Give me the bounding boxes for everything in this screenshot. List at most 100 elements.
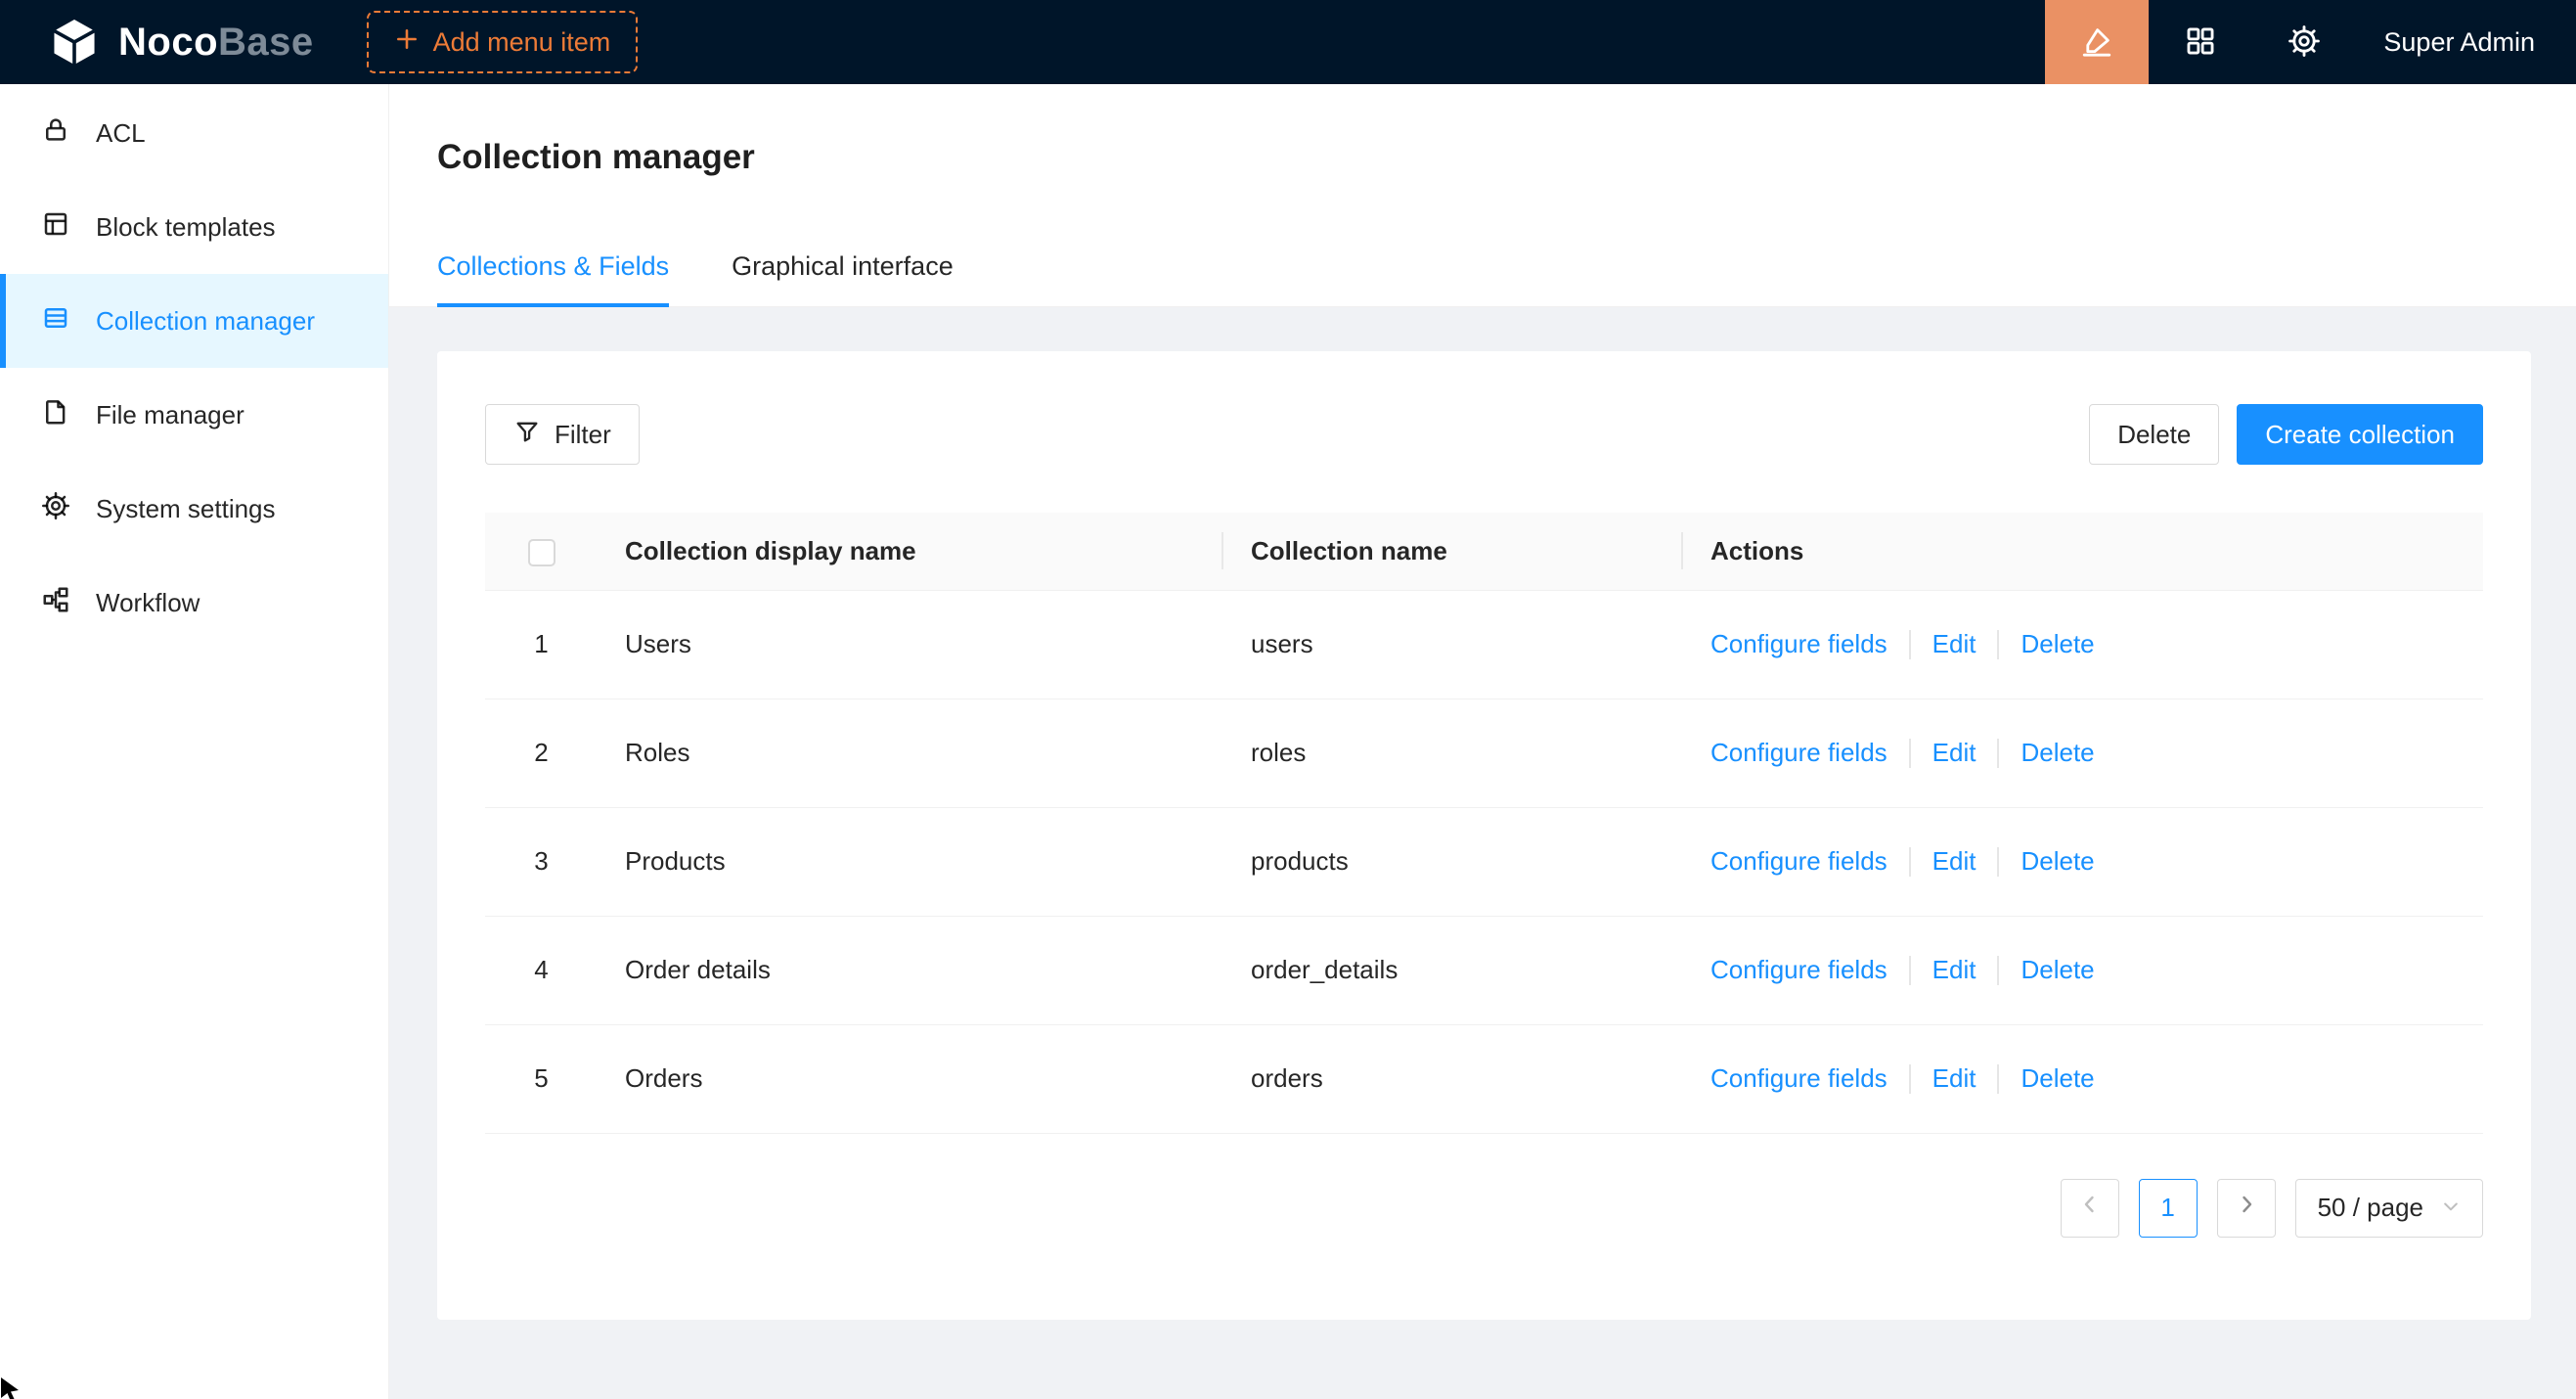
delete-link[interactable]: Delete <box>2021 846 2094 877</box>
create-collection-label: Create collection <box>2265 420 2455 450</box>
delete-button[interactable]: Delete <box>2089 404 2219 465</box>
add-menu-item-button[interactable]: Add menu item <box>367 11 639 73</box>
sidebar-item-block-templates[interactable]: Block templates <box>0 180 388 274</box>
tab-collections-fields[interactable]: Collections & Fields <box>437 221 669 306</box>
highlighter-icon <box>2080 24 2113 61</box>
action-divider <box>1997 847 1999 877</box>
action-divider <box>1997 739 1999 768</box>
table-row[interactable]: 3 Products products Configure fields Edi… <box>485 807 2483 916</box>
settings-button[interactable] <box>2252 0 2356 84</box>
tab-bar: Collections & Fields Graphical interface <box>389 221 2576 307</box>
table-row[interactable]: 2 Roles roles Configure fields Edit Dele… <box>485 699 2483 807</box>
filter-button-label: Filter <box>555 420 611 450</box>
action-divider <box>1997 630 1999 659</box>
table-row[interactable]: 4 Order details order_details Configure … <box>485 916 2483 1024</box>
nocobase-logo-icon <box>46 14 103 70</box>
sidebar-item-label: File manager <box>96 400 244 430</box>
action-divider <box>1909 847 1911 877</box>
delete-link[interactable]: Delete <box>2021 955 2094 985</box>
row-index: 4 <box>534 955 548 984</box>
cell-display-name: Users <box>625 629 691 658</box>
sidebar-item-acl[interactable]: ACL <box>0 86 388 180</box>
row-index: 2 <box>534 738 548 767</box>
sidebar-item-system-settings[interactable]: System settings <box>0 462 388 556</box>
plus-icon <box>394 26 420 59</box>
ui-editor-button[interactable] <box>2045 0 2149 84</box>
sidebar-item-label: Collection manager <box>96 306 315 337</box>
configure-fields-link[interactable]: Configure fields <box>1710 738 1888 768</box>
gear-icon <box>41 491 70 527</box>
cell-name: orders <box>1251 1063 1323 1093</box>
action-divider <box>1909 630 1911 659</box>
chevron-down-icon <box>2441 1193 2461 1223</box>
row-index: 5 <box>534 1063 548 1093</box>
collections-table: Collection display name Collection name … <box>485 513 2483 1134</box>
plugins-button[interactable] <box>2149 0 2252 84</box>
delete-link[interactable]: Delete <box>2021 629 2094 659</box>
mouse-cursor <box>0 1376 25 1399</box>
sidebar-item-label: System settings <box>96 494 276 524</box>
page-head: Collection manager <box>389 84 2576 182</box>
edit-link[interactable]: Edit <box>1932 1063 1976 1094</box>
edit-link[interactable]: Edit <box>1932 846 1976 877</box>
page-size-select[interactable]: 50 / page <box>2295 1179 2483 1238</box>
page-1-button[interactable]: 1 <box>2139 1179 2198 1238</box>
prev-page-button[interactable] <box>2061 1179 2119 1238</box>
tab-graphical-interface[interactable]: Graphical interface <box>732 221 954 306</box>
table-row[interactable]: 1 Users users Configure fields Edit Dele… <box>485 590 2483 699</box>
action-divider <box>1909 739 1911 768</box>
delete-link[interactable]: Delete <box>2021 1063 2094 1094</box>
sidebar-item-label: Block templates <box>96 212 276 243</box>
edit-link[interactable]: Edit <box>1932 738 1976 768</box>
main-area: Collection manager Collections & Fields … <box>389 84 2576 1399</box>
cell-display-name: Roles <box>625 738 689 767</box>
pagination: 1 50 / page <box>485 1179 2483 1238</box>
filter-button[interactable]: Filter <box>485 404 640 465</box>
row-index: 1 <box>534 629 548 658</box>
delete-button-label: Delete <box>2117 420 2191 450</box>
row-index: 3 <box>534 846 548 876</box>
column-header-display-name: Collection display name <box>625 536 916 565</box>
brand-base: Base <box>218 21 314 64</box>
user-menu[interactable]: Super Admin <box>2356 27 2576 58</box>
configure-fields-link[interactable]: Configure fields <box>1710 955 1888 985</box>
action-divider <box>1997 956 1999 985</box>
add-menu-item-label: Add menu item <box>433 27 611 58</box>
file-icon <box>41 397 70 433</box>
page-size-value: 50 / page <box>2318 1193 2423 1223</box>
cell-display-name: Order details <box>625 955 771 984</box>
column-header-actions: Actions <box>1710 536 1803 565</box>
toolbar-right: Delete Create collection <box>2089 404 2483 465</box>
workflow-icon <box>41 585 70 621</box>
configure-fields-link[interactable]: Configure fields <box>1710 846 1888 877</box>
header-right: Super Admin <box>2045 0 2576 84</box>
table-row[interactable]: 5 Orders orders Configure fields Edit De… <box>485 1024 2483 1133</box>
sidebar-item-collection-manager[interactable]: Collection manager <box>0 274 388 368</box>
configure-fields-link[interactable]: Configure fields <box>1710 629 1888 659</box>
sidebar-item-label: ACL <box>96 118 146 149</box>
select-all-checkbox[interactable] <box>528 539 555 566</box>
collections-card: Filter Delete Create collection <box>437 351 2531 1320</box>
delete-link[interactable]: Delete <box>2021 738 2094 768</box>
cell-name: roles <box>1251 738 1306 767</box>
configure-fields-link[interactable]: Configure fields <box>1710 1063 1888 1094</box>
sidebar-item-file-manager[interactable]: File manager <box>0 368 388 462</box>
edit-link[interactable]: Edit <box>1932 955 1976 985</box>
brand[interactable]: NocoBase <box>0 0 353 84</box>
gear-icon <box>2287 24 2321 61</box>
brand-noco: Noco <box>118 21 218 64</box>
cell-display-name: Products <box>625 846 726 876</box>
chevron-left-icon <box>2078 1193 2102 1223</box>
sidebar-item-workflow[interactable]: Workflow <box>0 556 388 650</box>
next-page-button[interactable] <box>2217 1179 2276 1238</box>
cell-name: order_details <box>1251 955 1398 984</box>
action-divider <box>1909 1064 1911 1094</box>
column-header-name: Collection name <box>1251 536 1447 565</box>
table-icon <box>41 303 70 339</box>
sidebar-item-label: Workflow <box>96 588 200 618</box>
toolbar: Filter Delete Create collection <box>485 404 2483 465</box>
table-header-row: Collection display name Collection name … <box>485 513 2483 590</box>
nocobase-app: NocoBase Add menu item <box>0 0 2576 1399</box>
create-collection-button[interactable]: Create collection <box>2237 404 2483 465</box>
edit-link[interactable]: Edit <box>1932 629 1976 659</box>
